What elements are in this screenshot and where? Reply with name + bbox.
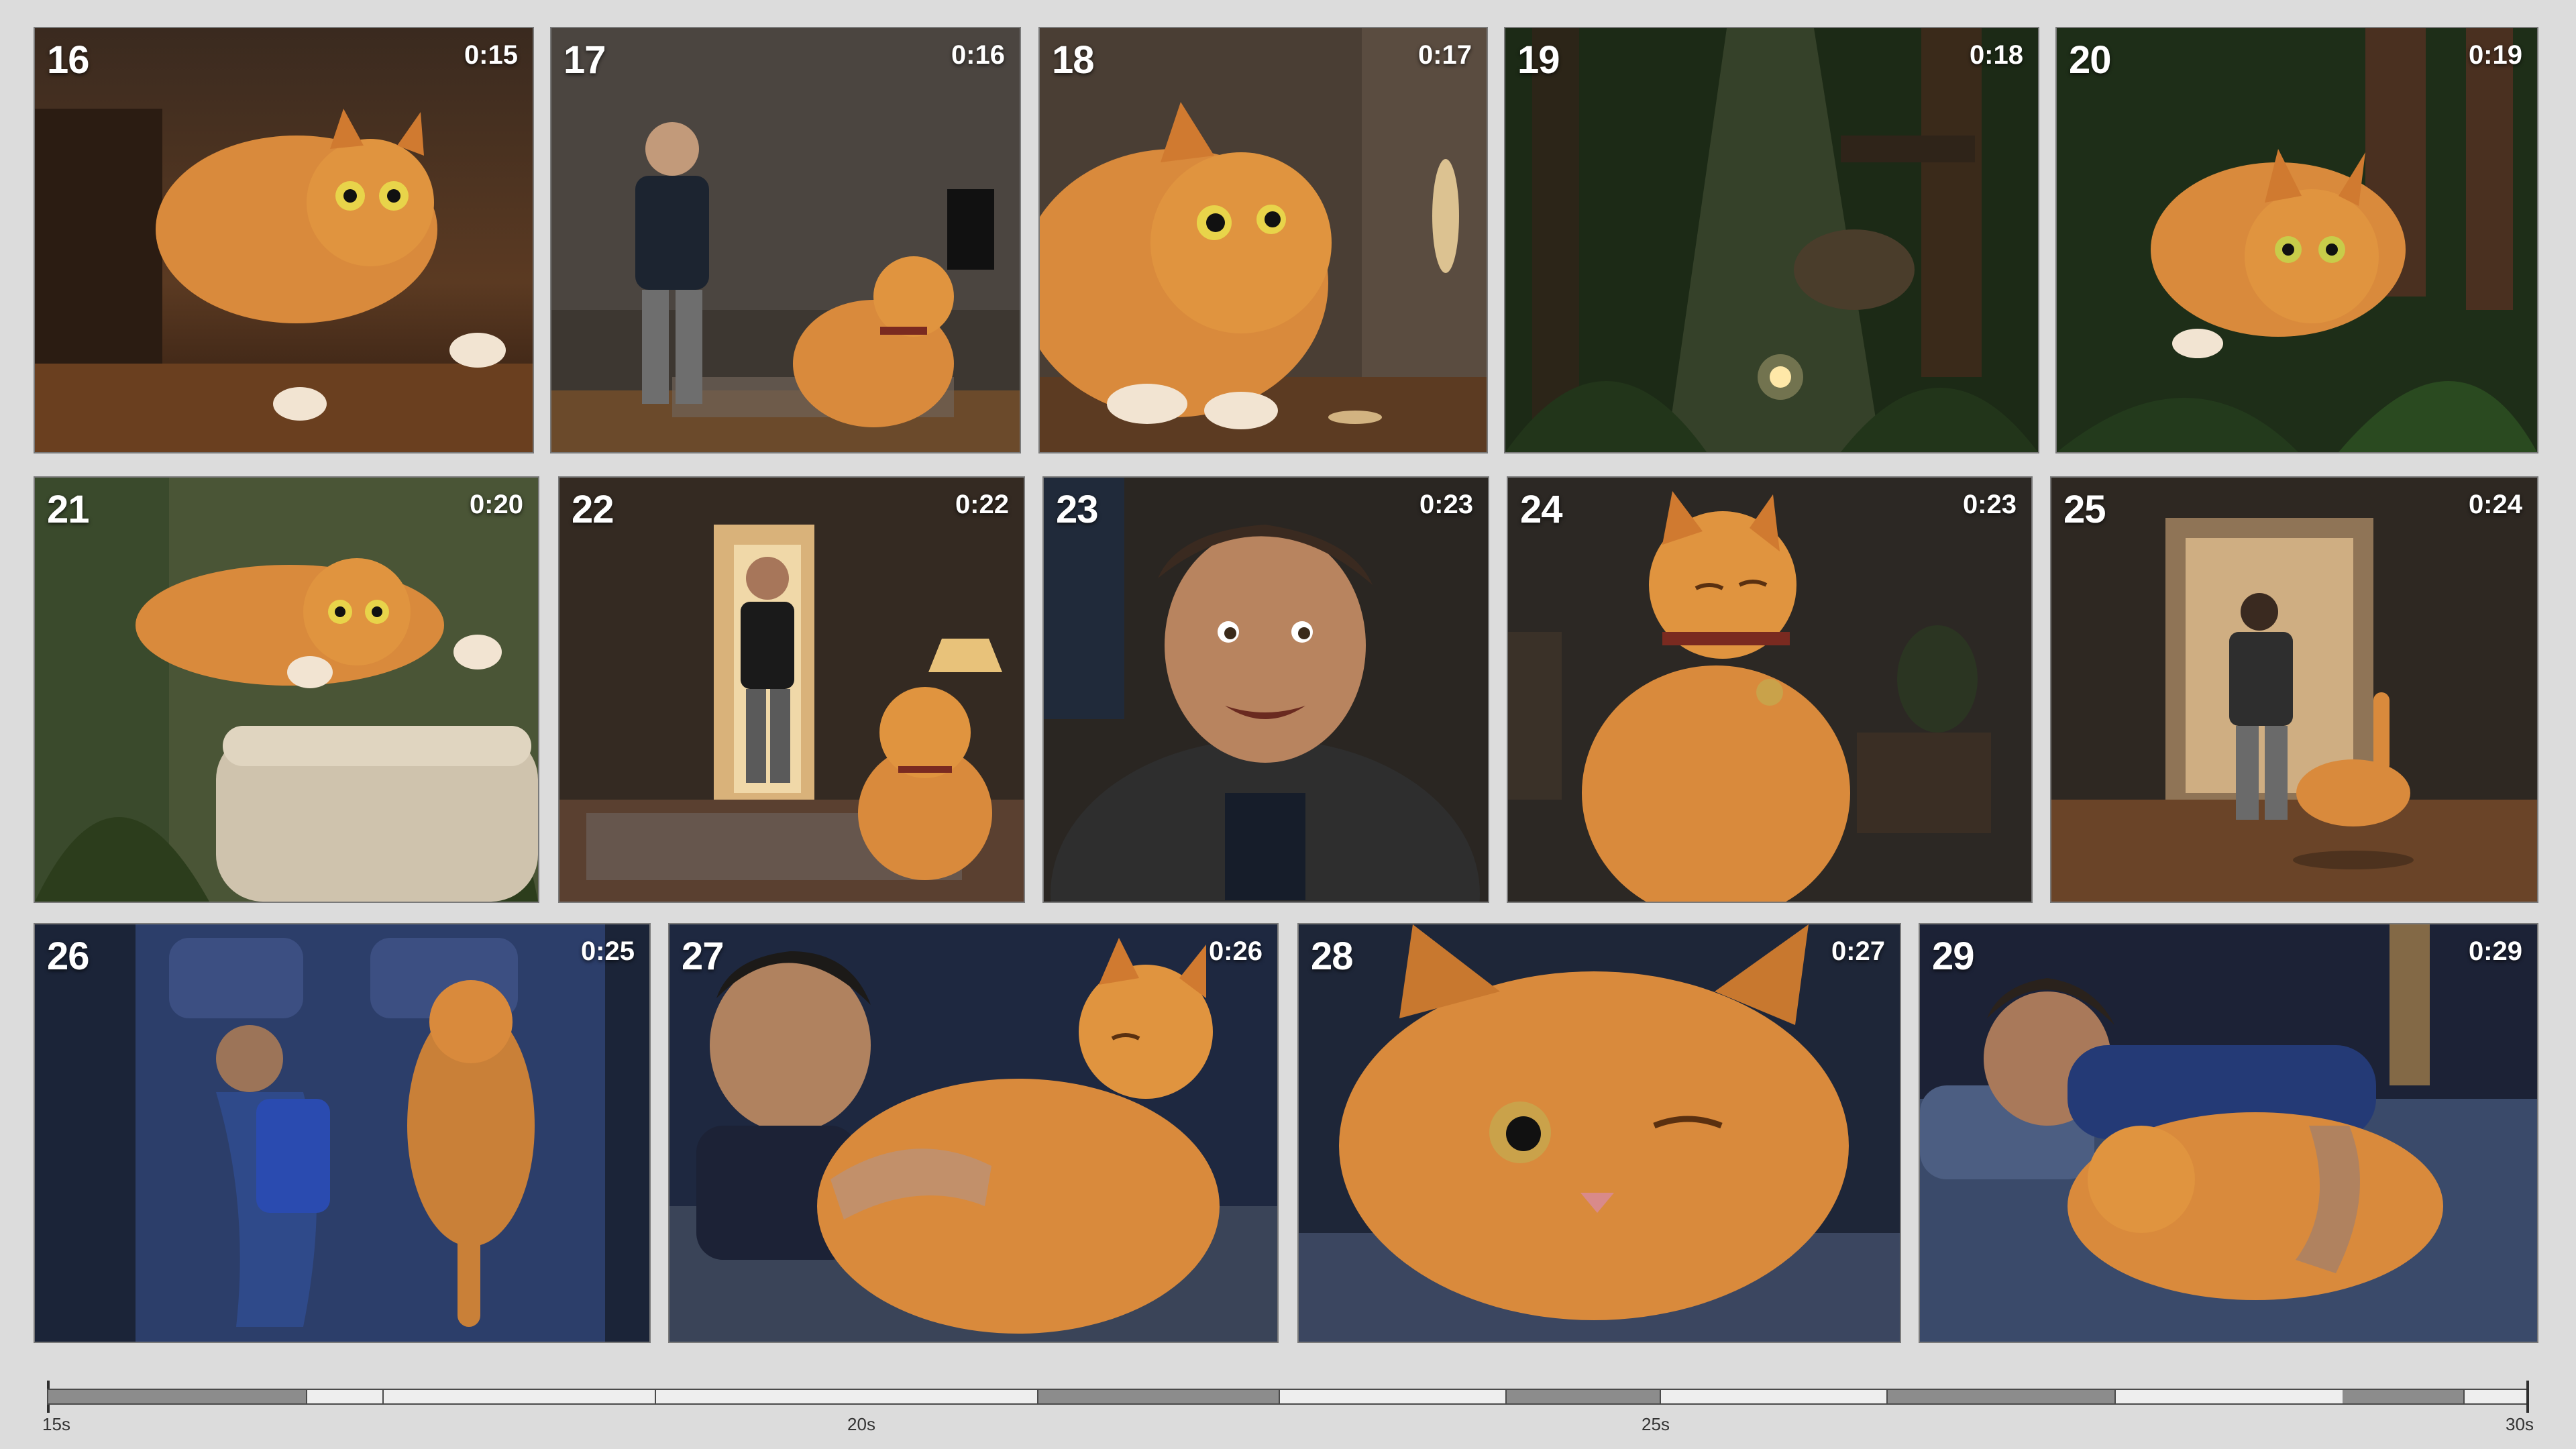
- panel-number: 26: [47, 934, 90, 978]
- timeline-segment[interactable]: [48, 1390, 306, 1403]
- panel-28-image: [1299, 924, 1900, 1342]
- panel-number: 18: [1052, 38, 1095, 82]
- timeline-tick-label: 15s: [42, 1414, 70, 1434]
- panel-25-image: [2051, 478, 2537, 902]
- timeline-end-marker: [2526, 1381, 2529, 1413]
- panel-number: 17: [564, 38, 606, 82]
- timeline-tick-label: 25s: [1642, 1414, 1670, 1434]
- panel-number: 20: [2069, 38, 2112, 82]
- panel-18-image: [1040, 28, 1487, 452]
- timeline-divider: [306, 1389, 307, 1405]
- panel-timestamp: 0:24: [2468, 490, 2522, 519]
- panel-number: 28: [1311, 934, 1354, 978]
- panel-timestamp: 0:23: [1419, 490, 1473, 519]
- panel-27-image: [669, 924, 1277, 1342]
- panel-number: 16: [47, 38, 90, 82]
- storyboard-panel-25[interactable]: 25 0:24: [2050, 476, 2538, 903]
- panel-timestamp: 0:16: [951, 40, 1005, 70]
- storyboard-panel-22[interactable]: 22 0:22: [558, 476, 1025, 903]
- panel-16-image: [35, 28, 533, 452]
- panel-24-image: [1508, 478, 2031, 902]
- panel-number: 27: [682, 934, 724, 978]
- panel-timestamp: 0:20: [469, 490, 523, 519]
- panel-23-image: [1044, 478, 1488, 902]
- panel-timestamp: 0:23: [1962, 490, 2017, 519]
- storyboard-panel-23[interactable]: 23 0:23: [1042, 476, 1489, 903]
- panel-21-image: [35, 478, 538, 902]
- panel-17-image: [551, 28, 1020, 452]
- panel-19-image: [1505, 28, 2038, 452]
- panel-timestamp: 0:15: [464, 40, 518, 70]
- timeline-divider: [1037, 1389, 1038, 1405]
- storyboard-panel-18[interactable]: 18 0:17: [1038, 27, 1488, 453]
- timeline-divider: [1279, 1389, 1280, 1405]
- panel-timestamp: 0:26: [1208, 936, 1263, 966]
- panel-number: 22: [572, 488, 614, 531]
- timeline-tick-label: 20s: [847, 1414, 875, 1434]
- storyboard-panel-20[interactable]: 20 0:19: [2055, 27, 2538, 453]
- panel-timestamp: 0:17: [1417, 40, 1472, 70]
- timeline-track[interactable]: [47, 1389, 2529, 1405]
- storyboard-panel-26[interactable]: 26 0:25: [34, 923, 651, 1343]
- panel-20-image: [2057, 28, 2537, 452]
- timeline-divider: [2463, 1389, 2465, 1405]
- timeline-divider: [655, 1389, 656, 1405]
- timeline-divider: [1886, 1389, 1888, 1405]
- panel-timestamp: 0:18: [1969, 40, 2023, 70]
- storyboard-panel-19[interactable]: 19 0:18: [1504, 27, 2039, 453]
- storyboard-panel-21[interactable]: 21 0:20: [34, 476, 539, 903]
- panel-timestamp: 0:19: [2468, 40, 2522, 70]
- panel-timestamp: 0:27: [1831, 936, 1885, 966]
- timeline-tick-label: 30s: [2506, 1414, 2534, 1434]
- timeline-divider: [1660, 1389, 1661, 1405]
- panel-26-image: [35, 924, 649, 1342]
- timeline-segment[interactable]: [2343, 1390, 2463, 1403]
- panel-number: 19: [1517, 38, 1560, 82]
- panel-number: 29: [1932, 934, 1975, 978]
- timeline-divider: [382, 1389, 384, 1405]
- timeline-segment[interactable]: [1037, 1390, 1279, 1403]
- panel-timestamp: 0:25: [580, 936, 635, 966]
- timeline-divider: [1505, 1389, 1507, 1405]
- storyboard-panel-29[interactable]: 29 0:29: [1919, 923, 2538, 1343]
- panel-number: 25: [2063, 488, 2106, 531]
- storyboard-panel-17[interactable]: 17 0:16: [550, 27, 1021, 453]
- panel-timestamp: 0:22: [955, 490, 1009, 519]
- storyboard-panel-24[interactable]: 24 0:23: [1507, 476, 2033, 903]
- timeline-segment[interactable]: [1505, 1390, 1660, 1403]
- panel-22-image: [559, 478, 1024, 902]
- panel-29-image: [1920, 924, 2537, 1342]
- panel-number: 24: [1520, 488, 1563, 531]
- storyboard-panel-28[interactable]: 28 0:27: [1297, 923, 1901, 1343]
- timeline-divider: [2114, 1389, 2116, 1405]
- panel-timestamp: 0:29: [2468, 936, 2522, 966]
- timeline-segment[interactable]: [1886, 1390, 2114, 1403]
- panel-number: 23: [1056, 488, 1099, 531]
- timeline-scrubber[interactable]: 15s 20s 25s 30s: [42, 1375, 2534, 1436]
- storyboard-panel-16[interactable]: 16 0:15: [34, 27, 534, 453]
- panel-number: 21: [47, 488, 90, 531]
- storyboard-panel-27[interactable]: 27 0:26: [668, 923, 1279, 1343]
